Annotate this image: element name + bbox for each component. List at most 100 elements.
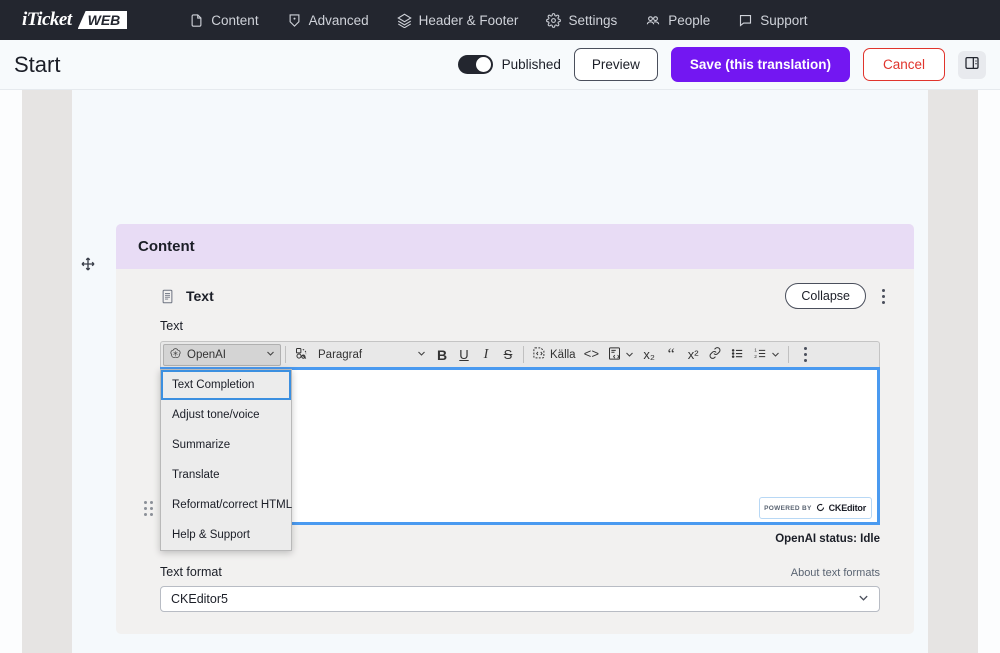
right-edge-strip (978, 90, 1000, 653)
document-icon (189, 13, 204, 28)
chevron-down-icon (622, 347, 634, 362)
nav-item-people[interactable]: People (631, 0, 724, 40)
nav-item-settings[interactable]: Settings (532, 0, 631, 40)
toolbar-overflow-button[interactable] (796, 344, 814, 366)
text-format-select[interactable]: CKEditor5 (160, 586, 880, 612)
ckeditor-watermark: POWERED BY CKEditor (759, 497, 872, 519)
ai-menu-item-translate[interactable]: Translate (161, 460, 291, 490)
published-toggle[interactable] (457, 55, 493, 74)
ai-assist-icon (294, 346, 309, 364)
page-header-bar: Start Published Preview Save (this trans… (0, 40, 1000, 90)
text-block-header: Text Collapse (116, 269, 914, 319)
source-editing-label: Källa (550, 348, 576, 361)
move-section-handle[interactable] (80, 256, 96, 272)
sidebar-toggle-button[interactable] (958, 50, 986, 79)
ai-menu-item-text-completion[interactable]: Text Completion (161, 370, 291, 400)
brand-logo[interactable]: iTicket WEB (22, 9, 128, 31)
ckeditor-toolbar: OpenAI Paragraf B U I S Källa <> x₂ “ x²… (160, 341, 880, 367)
ai-assist-button[interactable] (290, 344, 313, 366)
content-section-title: Content (116, 224, 914, 269)
nav-item-header-footer-label: Header & Footer (418, 12, 519, 28)
watermark-prefix: POWERED BY (764, 504, 812, 512)
preview-button[interactable]: Preview (573, 48, 658, 81)
cancel-button[interactable]: Cancel (862, 48, 945, 81)
chat-icon (738, 13, 753, 28)
sidebar-toggle-icon (964, 55, 980, 74)
nav-item-content[interactable]: Content (175, 0, 272, 40)
text-format-select-wrap: CKEditor5 (116, 579, 914, 612)
gear-icon (546, 12, 562, 28)
brand-logo-text: iTicket (22, 9, 72, 30)
numbered-list-icon: 1 2 (753, 346, 768, 364)
published-toggle-label: Published (501, 57, 561, 72)
link-icon (708, 346, 722, 363)
toolbar-separator (788, 346, 790, 363)
brand-logo-badge: WEB (77, 11, 128, 29)
text-format-selected-value: CKEditor5 (171, 592, 228, 606)
about-text-formats-link[interactable]: About text formats (791, 567, 880, 579)
nav-item-advanced[interactable]: Advanced (273, 0, 383, 40)
openai-icon (169, 347, 182, 363)
app-root: iTicket WEB Content Advanced Header & Fo… (0, 0, 1000, 653)
tag-icon (287, 13, 302, 28)
collapse-button[interactable]: Collapse (785, 283, 866, 309)
text-block-actions: Collapse (785, 283, 892, 309)
text-block-icon (160, 288, 175, 305)
toolbar-separator (523, 346, 524, 363)
superscript-button[interactable]: x² (682, 344, 704, 366)
nav-item-header-footer[interactable]: Header & Footer (383, 0, 533, 40)
code-button[interactable]: <> (580, 344, 604, 366)
paragraph-style-dropdown[interactable]: Paragraf (313, 344, 431, 366)
page-body: Content Text Collapse Text OpenAI Paragr… (0, 90, 1000, 653)
openai-dropdown-menu: Text Completion Adjust tone/voice Summar… (160, 369, 292, 551)
left-gutter (22, 90, 72, 653)
chevron-down-icon (858, 592, 869, 606)
html-embed-button[interactable] (603, 344, 638, 366)
nav-item-support[interactable]: Support (724, 0, 821, 40)
page-header-actions: Published Preview Save (this translation… (457, 47, 986, 82)
strikethrough-button[interactable]: S (497, 344, 519, 366)
bulleted-list-icon (730, 346, 745, 364)
ckeditor-logo-icon (816, 499, 825, 517)
blockquote-button[interactable]: “ (660, 344, 682, 366)
toolbar-separator (285, 346, 286, 363)
nav-item-advanced-label: Advanced (308, 12, 369, 28)
source-editing-button[interactable]: Källa (528, 344, 580, 366)
nav-item-settings-label: Settings (568, 12, 618, 28)
ai-menu-item-help-support[interactable]: Help & Support (161, 520, 291, 550)
top-navigation-bar: iTicket WEB Content Advanced Header & Fo… (0, 0, 1000, 40)
text-format-label: Text format (160, 565, 222, 579)
page-title: Start (14, 51, 61, 77)
paragraph-style-label: Paragraf (318, 348, 363, 361)
openai-dropdown-label: OpenAI (187, 348, 226, 361)
left-edge-strip (0, 90, 22, 653)
ai-menu-item-adjust-tone[interactable]: Adjust tone/voice (161, 400, 291, 430)
numbered-list-button[interactable]: 1 2 (749, 344, 784, 366)
bulleted-list-button[interactable] (726, 344, 749, 366)
save-translation-button[interactable]: Save (this translation) (670, 47, 850, 82)
svg-text:2: 2 (754, 353, 757, 358)
more-vertical-icon[interactable] (874, 285, 892, 307)
openai-dropdown[interactable]: OpenAI (163, 343, 281, 366)
underline-button[interactable]: U (453, 344, 475, 366)
svg-text:1: 1 (754, 347, 757, 352)
ai-menu-item-summarize[interactable]: Summarize (161, 430, 291, 460)
chevron-down-icon (260, 349, 275, 361)
html-embed-icon (607, 346, 622, 364)
nav-item-content-label: Content (211, 12, 259, 28)
bold-button[interactable]: B (431, 344, 453, 366)
italic-button[interactable]: I (475, 344, 497, 366)
layers-icon (396, 13, 412, 28)
ai-menu-item-reformat-html[interactable]: Reformat/correct HTML (161, 490, 292, 520)
text-field-label: Text (160, 319, 183, 333)
watermark-brand: CKEditor (828, 503, 867, 513)
source-editing-icon (532, 346, 547, 364)
link-button[interactable] (704, 344, 726, 366)
right-gutter (928, 90, 978, 653)
people-icon (645, 13, 661, 28)
subscript-button[interactable]: x₂ (638, 344, 660, 366)
published-toggle-group[interactable]: Published (457, 55, 561, 74)
text-block-title: Text (186, 288, 214, 304)
nav-item-support-label: Support (760, 12, 808, 28)
nav-item-people-label: People (668, 12, 711, 28)
